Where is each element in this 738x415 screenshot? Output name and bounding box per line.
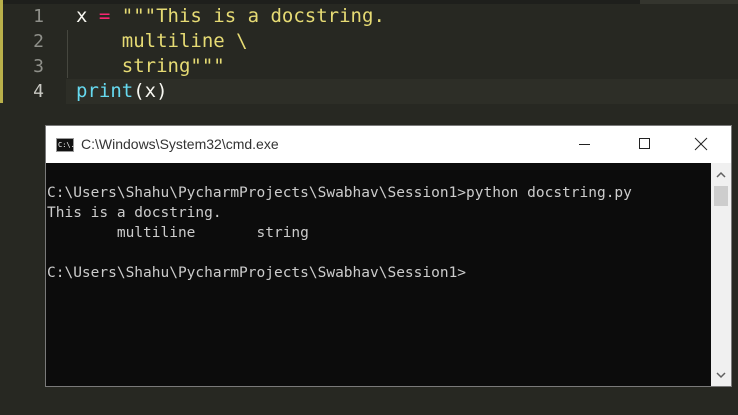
cmd-app-icon[interactable]: C:\.: [56, 138, 75, 152]
string-token: """This is a docstring.: [121, 5, 385, 27]
line-number-gutter: 1 2 3 4: [0, 0, 66, 106]
line-number: 3: [33, 56, 44, 77]
string-token: multiline \: [76, 30, 248, 52]
close-paren-token: ): [156, 80, 168, 102]
window-title: C:\Windows\System32\cmd.exe: [81, 136, 279, 152]
line-number: 1: [33, 6, 44, 27]
maximize-button[interactable]: [621, 126, 667, 163]
code-line-2[interactable]: multiline \: [76, 29, 248, 54]
scroll-up-icon[interactable]: [715, 169, 727, 181]
minimize-icon: [579, 144, 590, 145]
code-line-3[interactable]: string""": [76, 54, 225, 79]
operator-token: =: [87, 5, 122, 27]
scroll-down-icon[interactable]: [715, 369, 727, 381]
line-number: 2: [33, 31, 44, 52]
variable-token: x: [76, 5, 88, 27]
line-number-current: 4: [33, 81, 44, 102]
maximize-icon: [639, 138, 650, 149]
function-token: print: [76, 80, 134, 102]
indent-guide: [67, 30, 68, 78]
argument-token: x: [144, 80, 157, 102]
console-line: multiline string: [47, 225, 309, 241]
close-button[interactable]: [677, 126, 723, 163]
cmd-window[interactable]: C:\. C:\Windows\System32\cmd.exe C:\User…: [45, 125, 732, 387]
code-line-1[interactable]: x = """This is a docstring.: [76, 4, 385, 29]
console-prompt-line: C:\Users\Shahu\PycharmProjects\Swabhav\S…: [47, 265, 467, 281]
open-paren-token: (: [133, 80, 145, 102]
window-titlebar[interactable]: C:\. C:\Windows\System32\cmd.exe: [46, 126, 731, 163]
close-icon: [694, 137, 708, 151]
scroll-thumb[interactable]: [714, 186, 728, 206]
console-output[interactable]: C:\Users\Shahu\PycharmProjects\Swabhav\S…: [46, 163, 711, 386]
code-line-4[interactable]: print(x): [76, 79, 168, 104]
vertical-scrollbar[interactable]: [711, 163, 731, 386]
string-token: string""": [76, 55, 225, 77]
console-line: This is a docstring.: [47, 205, 222, 221]
console-line: C:\Users\Shahu\PycharmProjects\Swabhav\S…: [47, 185, 632, 201]
minimize-button[interactable]: [561, 126, 607, 163]
